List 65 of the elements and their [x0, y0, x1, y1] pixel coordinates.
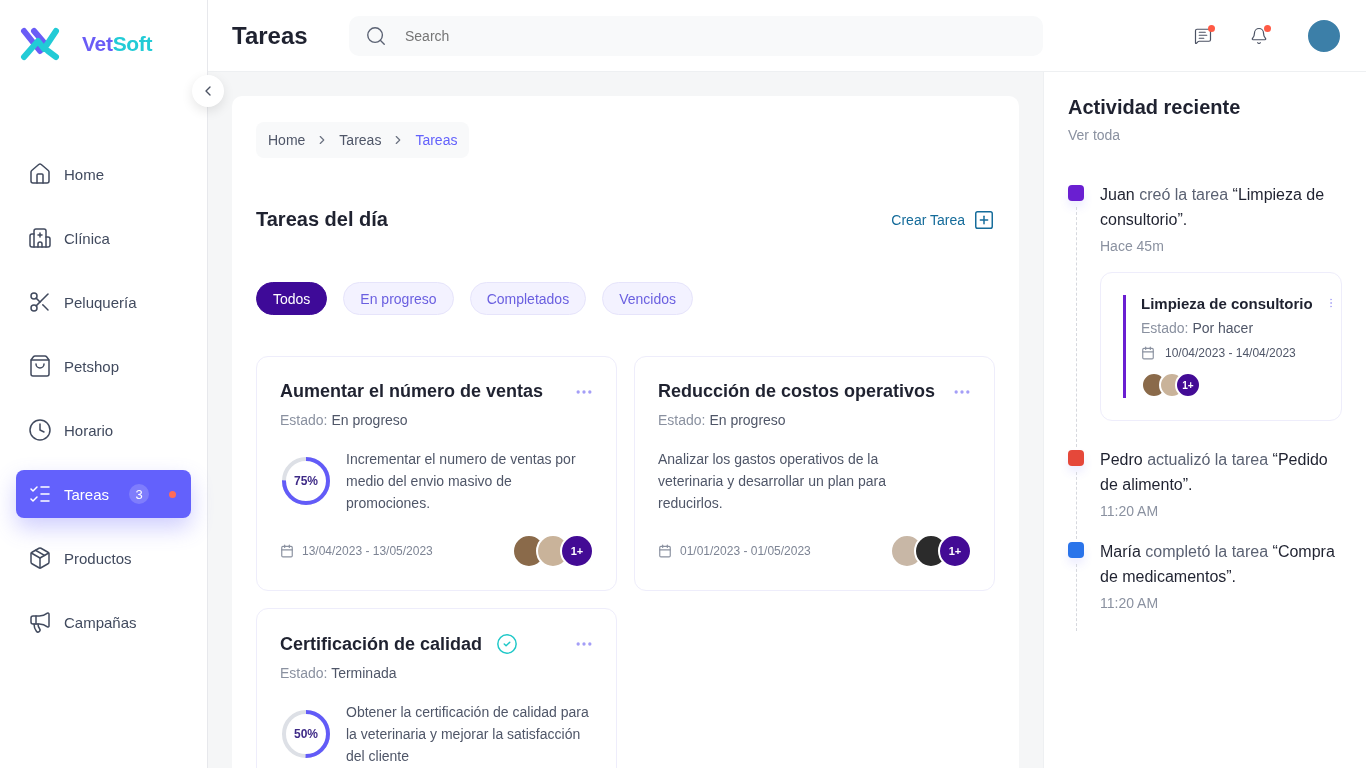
filter-chip[interactable]: Vencidos	[602, 282, 693, 315]
sidebar-item[interactable]: Productos	[16, 534, 191, 582]
calendar-icon	[1141, 346, 1155, 360]
nav-icon	[28, 418, 52, 442]
breadcrumb-link[interactable]: Home	[268, 132, 306, 148]
task-title: Reducción de costos operativos	[658, 381, 936, 402]
activity-text: Pedro actualizó la tarea “Pedido de alimento”.	[1100, 450, 1329, 495]
sidebar-item[interactable]: Horario	[16, 406, 191, 454]
task-status: Estado: Terminada	[280, 665, 398, 681]
task-status: Estado: En progreso	[658, 412, 787, 428]
more-avatars: 1+	[560, 534, 594, 568]
calendar-icon	[280, 544, 294, 558]
nav-icon	[28, 290, 52, 314]
panel-title: Actividad reciente	[1068, 96, 1242, 119]
sidebar-item[interactable]: Campañas	[16, 598, 191, 646]
bell-icon	[1250, 26, 1268, 45]
activity-time: 11:20 AM	[1100, 503, 1160, 521]
task-description: Obtener la certificación de calidad para la veterinaria y mejorar la satisfacción del cliente	[346, 703, 590, 766]
activity-text: Juan creó la tarea “Limpieza de consultorio”.	[1100, 185, 1326, 230]
nav-icon	[28, 354, 52, 378]
filter-chip[interactable]: Todos	[256, 282, 328, 315]
nav-icon	[28, 610, 52, 634]
preview-dates: 10/04/2023 - 14/04/2023	[1165, 346, 1296, 360]
nav-icon	[28, 546, 52, 570]
collapse-button[interactable]	[192, 75, 224, 107]
sidebar-item[interactable]: Clínica	[16, 214, 191, 262]
calendar-icon	[658, 544, 672, 558]
progress-ring: 75%	[280, 455, 332, 507]
create-task-button[interactable]: Crear Tarea	[891, 208, 995, 231]
sidebar-item[interactable]: Tareas 3	[16, 470, 191, 518]
sidebar-item[interactable]: Home	[16, 150, 191, 198]
nav-icon	[28, 162, 52, 186]
message-icon	[1194, 26, 1212, 45]
task-title: Certificación de calidad	[280, 633, 483, 655]
filter-chip[interactable]: En progreso	[343, 282, 454, 315]
breadcrumb-link[interactable]: Tareas	[415, 132, 458, 148]
task-description: Incrementar el numero de ventas por medio del envio masivo de promociones.	[346, 450, 577, 513]
progress-ring: 50%	[280, 708, 332, 760]
section-title: Tareas del día	[256, 208, 388, 231]
task-dates: 13/04/2023 - 13/05/2023	[302, 544, 433, 558]
sidebar-item[interactable]: Petshop	[16, 342, 191, 390]
task-title: Aumentar el número de ventas	[280, 381, 544, 402]
brand-name: VetSoft	[82, 32, 153, 56]
page-title: Tareas	[232, 21, 309, 50]
activity-time: Hace 45m	[1100, 238, 1165, 254]
activity-time: 11:20 AM	[1100, 595, 1160, 613]
filter-chip[interactable]: Completados	[469, 282, 587, 315]
messages-button[interactable]	[1194, 26, 1212, 45]
logo-icon	[20, 27, 60, 61]
task-status: Estado: En progreso	[280, 412, 409, 428]
count-badge: 3	[129, 484, 150, 504]
search-icon	[365, 24, 387, 47]
task-description: Analizar los gastos operativos de la veterinaria y desarrollar un plan para reducirlos.	[658, 450, 887, 513]
notifications-button[interactable]	[1250, 26, 1268, 45]
plus-icon	[973, 208, 995, 231]
activity-text: María completó la tarea “Compra de medicamentos”.	[1100, 542, 1336, 587]
preview-status: Estado: Por hacer	[1141, 320, 1255, 336]
preview-title: Limpieza de consultorio	[1141, 295, 1314, 312]
more-avatars: 1+	[938, 534, 972, 568]
nav-icon	[28, 226, 52, 250]
breadcrumb-link[interactable]: Tareas	[339, 132, 382, 148]
more-avatars: 1+	[1175, 372, 1201, 398]
search-field[interactable]: Search	[349, 15, 1043, 56]
sidebar-item[interactable]: Peluquería	[16, 278, 191, 326]
task-dates: 01/01/2023 - 01/05/2023	[680, 544, 811, 558]
